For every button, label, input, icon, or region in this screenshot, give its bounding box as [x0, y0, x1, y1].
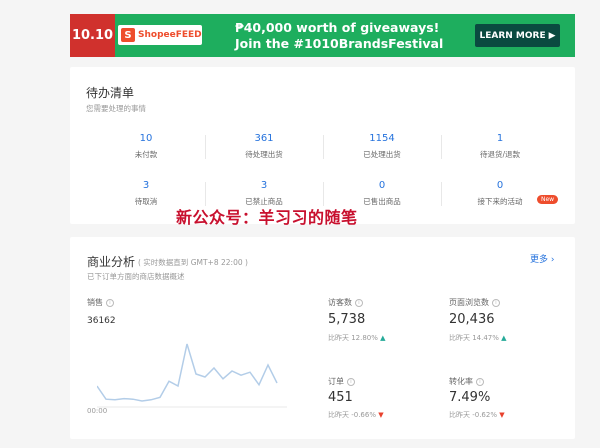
- orders-value: 451: [328, 390, 353, 405]
- arrow-up-icon: ▲: [380, 334, 386, 342]
- orders-label-text: 订单: [328, 377, 344, 386]
- banner-date: 10.10: [70, 14, 115, 57]
- sales-line: [97, 343, 278, 402]
- sales-label: 销售 i: [87, 297, 114, 308]
- sales-line-chart: [97, 343, 287, 408]
- pageviews-value: 20,436: [449, 312, 495, 327]
- info-icon[interactable]: i: [106, 298, 114, 307]
- compare-text: 比昨天 -0.66%: [328, 411, 376, 419]
- todo-label: 待退货/退款: [479, 150, 521, 159]
- pageviews-label: 页面浏览数 i: [449, 297, 500, 308]
- todo-card: 待办清单 您需要处理的事情 10 未付款 361 待处理出货 1154 已处理出…: [70, 67, 575, 224]
- realtime-note: ( 实时数据直到 GMT+8 22:00 ): [138, 258, 248, 267]
- todo-item-to-ship[interactable]: 361 待处理出货: [205, 133, 323, 160]
- shopee-bag-icon: S: [121, 28, 135, 42]
- compare-text: 比昨天 12.80%: [328, 334, 378, 342]
- shopee-feed-logo: S ShopeeFEED: [118, 25, 202, 45]
- divider: [441, 135, 442, 159]
- todo-item-banned[interactable]: 3 已禁止商品: [205, 180, 323, 207]
- pageviews-label-text: 页面浏览数: [449, 298, 489, 307]
- todo-item-sold-out[interactable]: 0 已售出商品: [323, 180, 441, 207]
- compare-text: 比昨天 -0.62%: [449, 411, 497, 419]
- arrow-down-icon: ▼: [499, 411, 505, 419]
- new-badge: New: [537, 195, 559, 204]
- feed-label: ShopeeFEED: [138, 30, 202, 40]
- conversion-compare: 比昨天 -0.62% ▼: [449, 410, 505, 420]
- todo-label: 未付款: [134, 150, 158, 159]
- info-icon[interactable]: i: [355, 298, 363, 307]
- info-icon[interactable]: i: [476, 377, 484, 386]
- learn-more-label: LEARN MORE: [479, 30, 546, 41]
- banner-subheadline: Join the #1010BrandsFestival: [235, 36, 444, 51]
- divider: [323, 135, 324, 159]
- todo-value: 361: [254, 133, 274, 144]
- todo-value: 0: [378, 180, 386, 191]
- todo-value: 0: [496, 180, 504, 191]
- divider: [205, 182, 206, 206]
- axis-start-label: 00:00: [87, 407, 108, 415]
- todo-item-unpaid[interactable]: 10 未付款: [87, 133, 205, 160]
- arrow-down-icon: ▼: [378, 411, 384, 419]
- more-link[interactable]: 更多 ›: [530, 252, 555, 265]
- todo-label: 待处理出货: [245, 150, 283, 159]
- visitors-compare: 比昨天 12.80% ▲: [328, 333, 386, 343]
- todo-value: 10: [139, 133, 153, 144]
- conversion-value: 7.49%: [449, 390, 491, 405]
- promo-banner[interactable]: 10.10 S ShopeeFEED ₱40,000 worth of give…: [70, 14, 575, 57]
- arrow-up-icon: ▲: [501, 334, 507, 342]
- divider: [323, 182, 324, 206]
- info-icon[interactable]: i: [492, 298, 500, 307]
- todo-value: 3: [142, 180, 150, 191]
- divider: [441, 182, 442, 206]
- visitors-value: 5,738: [328, 312, 366, 327]
- conversion-label-text: 转化率: [449, 377, 473, 386]
- more-label: 更多: [530, 255, 549, 265]
- todo-value: 1: [496, 133, 504, 144]
- todo-item-cancel[interactable]: 3 待取消: [87, 180, 205, 207]
- todo-value: 1154: [369, 133, 395, 144]
- compare-text: 比昨天 14.47%: [449, 334, 499, 342]
- watermark-text: 新公众号：羊习习的随笔: [176, 208, 358, 227]
- sales-label-text: 销售: [87, 298, 103, 307]
- todo-value: 3: [260, 180, 268, 191]
- divider: [205, 135, 206, 159]
- todo-title: 待办清单: [86, 86, 135, 100]
- pageviews-compare: 比昨天 14.47% ▲: [449, 333, 507, 343]
- todo-item-shipped[interactable]: 1154 已处理出货: [323, 133, 441, 160]
- todo-item-returns[interactable]: 1 待退货/退款: [441, 133, 559, 160]
- info-icon[interactable]: i: [347, 377, 355, 386]
- orders-compare: 比昨天 -0.66% ▼: [328, 410, 384, 420]
- todo-subtitle: 您需要处理的事情: [86, 104, 146, 113]
- chevron-right-icon: ›: [550, 255, 555, 265]
- conversion-label: 转化率 i: [449, 376, 484, 387]
- play-arrow-icon: ▶: [548, 30, 556, 41]
- todo-label: 已处理出货: [363, 150, 401, 159]
- orders-label: 订单 i: [328, 376, 355, 387]
- banner-headline: ₱40,000 worth of giveaways!: [235, 20, 440, 35]
- business-insights-card: 商业分析 ( 实时数据直到 GMT+8 22:00 ) 已下订单方面的商店数据概…: [70, 237, 575, 439]
- visitors-label: 访客数 i: [328, 297, 363, 308]
- sales-value: 36162: [87, 316, 116, 326]
- business-subtitle: 已下订单方面的商店数据概述: [87, 272, 185, 281]
- visitors-label-text: 访客数: [328, 298, 352, 307]
- learn-more-button[interactable]: LEARN MORE ▶: [475, 24, 560, 47]
- business-title: 商业分析: [87, 255, 136, 269]
